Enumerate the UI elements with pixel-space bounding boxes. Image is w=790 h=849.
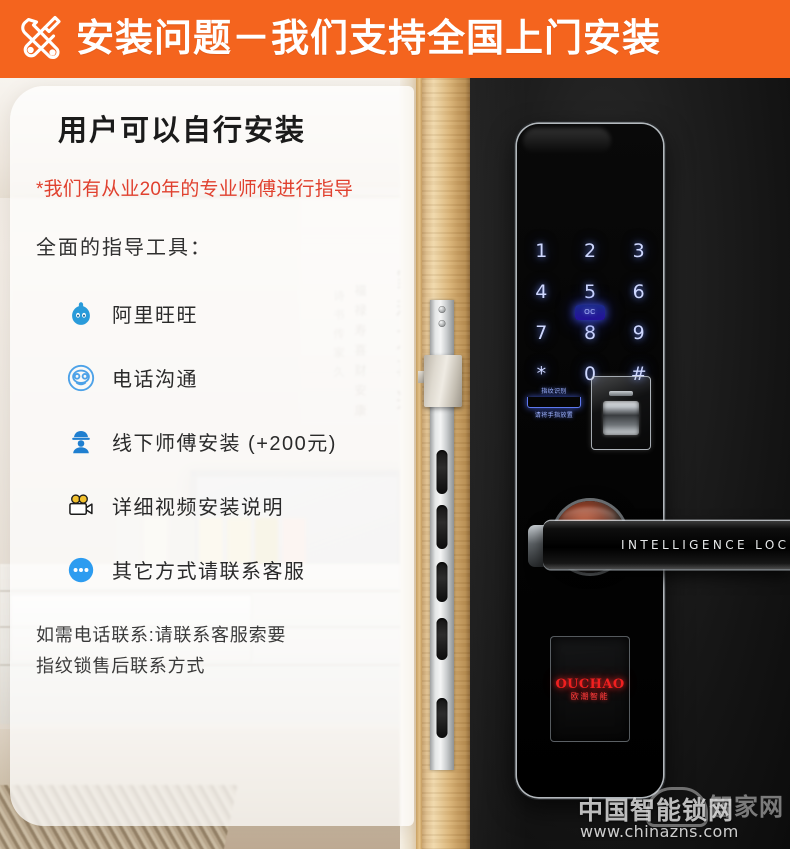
lock-brand-led-icon: OC: [575, 305, 605, 320]
product-detail-image: 安装问题－我们支持全国上门安装 家和万事兴 福禄寿喜财安康 诗书传家久: [0, 0, 790, 849]
card-subheading: 全面的指导工具：: [36, 236, 212, 259]
telephone-icon: [64, 361, 98, 395]
card-highlight: *我们有从业20年的专业师傅进行指导: [36, 178, 354, 200]
keypad-key-2[interactable]: 2: [584, 242, 596, 261]
card-heading: 用户可以自行安装: [58, 115, 307, 147]
fingerprint-sensor-cap: [609, 391, 633, 396]
lock-logo-cn: 欧潮智能: [570, 691, 610, 701]
lock-brand-led-text: OC: [584, 309, 596, 316]
list-item-wangwang[interactable]: 阿里旺旺: [64, 282, 396, 346]
list-item-label: 阿里旺旺: [112, 305, 198, 328]
list-item-video-guide[interactable]: 详细视频安装说明: [64, 474, 396, 538]
banner-title: 安装问题－我们支持全国上门安装: [76, 18, 662, 60]
video-camera-icon: [64, 489, 98, 523]
keypad-key-6[interactable]: 6: [633, 283, 645, 302]
wangwang-icon: [64, 297, 98, 331]
list-item-telephone[interactable]: 电话沟通: [64, 346, 396, 410]
card-note-line1: 如需电话联系:请联系客服索要: [36, 624, 287, 645]
lock-logo-en: OUCHAO: [555, 676, 625, 692]
info-card: 用户可以自行安装 *我们有从业20年的专业师傅进行指导 全面的指导工具： 阿里旺…: [10, 86, 414, 826]
keypad-key-7[interactable]: 7: [535, 324, 547, 343]
tools-wrench-screwdriver-icon: [16, 13, 68, 65]
list-item-label: 其它方式请联系客服: [112, 561, 306, 584]
header-banner: 安装问题－我们支持全国上门安装: [0, 0, 790, 78]
fingerprint-indicator: 指纹识别 请将手指放置: [527, 386, 581, 419]
keypad-key-9[interactable]: 9: [633, 324, 645, 343]
keypad-key-4[interactable]: 4: [535, 283, 547, 302]
keypad-key-5[interactable]: 5: [584, 283, 596, 302]
fingerprint-sensor[interactable]: [591, 376, 651, 450]
fingerprint-sensor-pad[interactable]: [603, 401, 639, 435]
worker-icon: [64, 425, 98, 459]
keypad-key-3[interactable]: 3: [633, 242, 645, 261]
fingerprint-bottom-label: 请将手指放置: [534, 413, 574, 419]
lock-logo-plate: OUCHAO 欧潮智能: [550, 636, 630, 742]
fingerprint-section: 指纹识别 请将手指放置: [517, 376, 663, 452]
fingerprint-indicator-bar: [527, 397, 581, 408]
more-dots-icon: [64, 553, 98, 587]
smart-lock-faceplate: 1 2 3 4 5 6 7 8 9 * 0 # OC 指纹识别 请将手指放置 O…: [517, 124, 663, 797]
list-item-label: 线下师傅安装 (+200元): [112, 433, 337, 456]
card-note-line2: 指纹锁售后联系方式: [36, 656, 206, 677]
support-tools-list: 阿里旺旺 电话沟通 线下师傅安装 (+200元) 详细视频安装说明 其它方式请联…: [64, 282, 396, 602]
list-item-other-contact[interactable]: 其它方式请联系客服: [64, 538, 396, 602]
keypad-key-1[interactable]: 1: [535, 242, 547, 261]
list-item-label: 电话沟通: [112, 369, 198, 392]
fingerprint-top-label: 指纹识别: [541, 389, 567, 395]
door-handle[interactable]: INTELLIGENCE LOCK: [543, 521, 790, 569]
handle-label: INTELLIGENCE LOCK: [621, 538, 790, 552]
product-photo: 家和万事兴 福禄寿喜财安康 诗书传家久: [0, 78, 790, 849]
list-item-onsite-installer[interactable]: 线下师傅安装 (+200元): [64, 410, 396, 474]
keypad-key-8[interactable]: 8: [584, 324, 596, 343]
deadbolt-latch: [424, 355, 462, 407]
list-item-label: 详细视频安装说明: [112, 497, 284, 520]
